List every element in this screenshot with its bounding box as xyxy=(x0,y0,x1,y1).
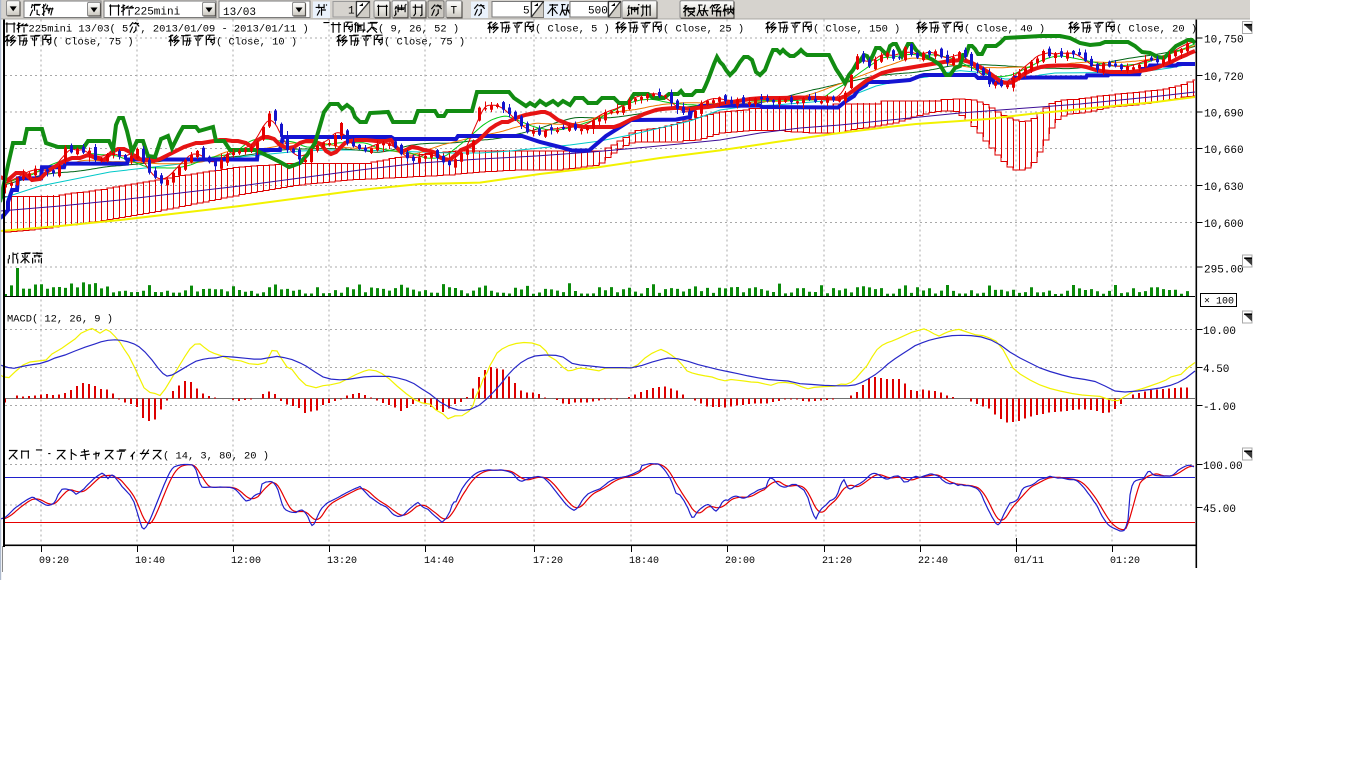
svg-text:( Close, 40 ): ( Close, 40 ) xyxy=(964,24,1045,36)
svg-text:01/11: 01/11 xyxy=(1014,555,1044,567)
svg-text:( 9, 26, 52 ): ( 9, 26, 52 ) xyxy=(378,24,459,36)
svg-text:( Close, 150 ): ( Close, 150 ) xyxy=(813,24,900,36)
svg-text:09:20: 09:20 xyxy=(39,556,69,567)
svg-text:5: 5 xyxy=(523,6,530,18)
svg-text:× 100: × 100 xyxy=(1204,297,1234,308)
svg-text:( Close, 75 ): ( Close, 75 ) xyxy=(53,37,134,49)
svg-text:1: 1 xyxy=(348,6,355,18)
svg-text:10,600: 10,600 xyxy=(1204,219,1244,231)
svg-text:18:40: 18:40 xyxy=(629,556,659,567)
svg-text:10,630: 10,630 xyxy=(1204,182,1244,194)
svg-text:4.50: 4.50 xyxy=(1203,364,1229,376)
svg-text:225mini: 225mini xyxy=(134,7,181,19)
svg-text:10:40: 10:40 xyxy=(135,556,165,567)
svg-text:10.00: 10.00 xyxy=(1203,326,1236,338)
svg-text:, 2013/01/09 - 2013/01/11 ): , 2013/01/09 - 2013/01/11 ) xyxy=(140,24,308,36)
svg-text:45.00: 45.00 xyxy=(1203,504,1236,516)
svg-text:MACD( 12, 26, 9 ): MACD( 12, 26, 9 ) xyxy=(7,314,113,326)
svg-text:( Close, 5 ): ( Close, 5 ) xyxy=(535,24,610,36)
svg-text:T: T xyxy=(451,6,458,18)
svg-text:225mini 13/03( 5: 225mini 13/03( 5 xyxy=(29,24,129,36)
svg-text:100.00: 100.00 xyxy=(1203,461,1243,473)
svg-text:295.00: 295.00 xyxy=(1204,264,1244,276)
svg-text:10,750: 10,750 xyxy=(1204,34,1244,46)
svg-text:( Close, 25 ): ( Close, 25 ) xyxy=(663,24,744,36)
svg-text:( 14, 3, 80, 20 ): ( 14, 3, 80, 20 ) xyxy=(163,451,269,463)
svg-text:01:20: 01:20 xyxy=(1110,556,1140,567)
svg-text:20:00: 20:00 xyxy=(725,556,755,567)
svg-text:500: 500 xyxy=(588,6,608,18)
svg-text:10,720: 10,720 xyxy=(1204,72,1244,84)
svg-text:-1.00: -1.00 xyxy=(1203,402,1236,414)
svg-text:10,660: 10,660 xyxy=(1204,145,1244,157)
svg-text:( Close, 75 ): ( Close, 75 ) xyxy=(384,37,465,49)
svg-text:21:20: 21:20 xyxy=(822,556,852,567)
svg-text:( Close, 10 ): ( Close, 10 ) xyxy=(216,37,297,49)
svg-text:17:20: 17:20 xyxy=(533,556,563,567)
svg-text:10,690: 10,690 xyxy=(1204,108,1244,120)
svg-text:13:20: 13:20 xyxy=(327,556,357,567)
svg-text:13/03: 13/03 xyxy=(223,7,256,19)
svg-text:12:00: 12:00 xyxy=(231,556,261,567)
svg-text:14:40: 14:40 xyxy=(424,556,454,567)
svg-text:22:40: 22:40 xyxy=(918,556,948,567)
svg-text:( Close, 20 ): ( Close, 20 ) xyxy=(1116,24,1197,36)
